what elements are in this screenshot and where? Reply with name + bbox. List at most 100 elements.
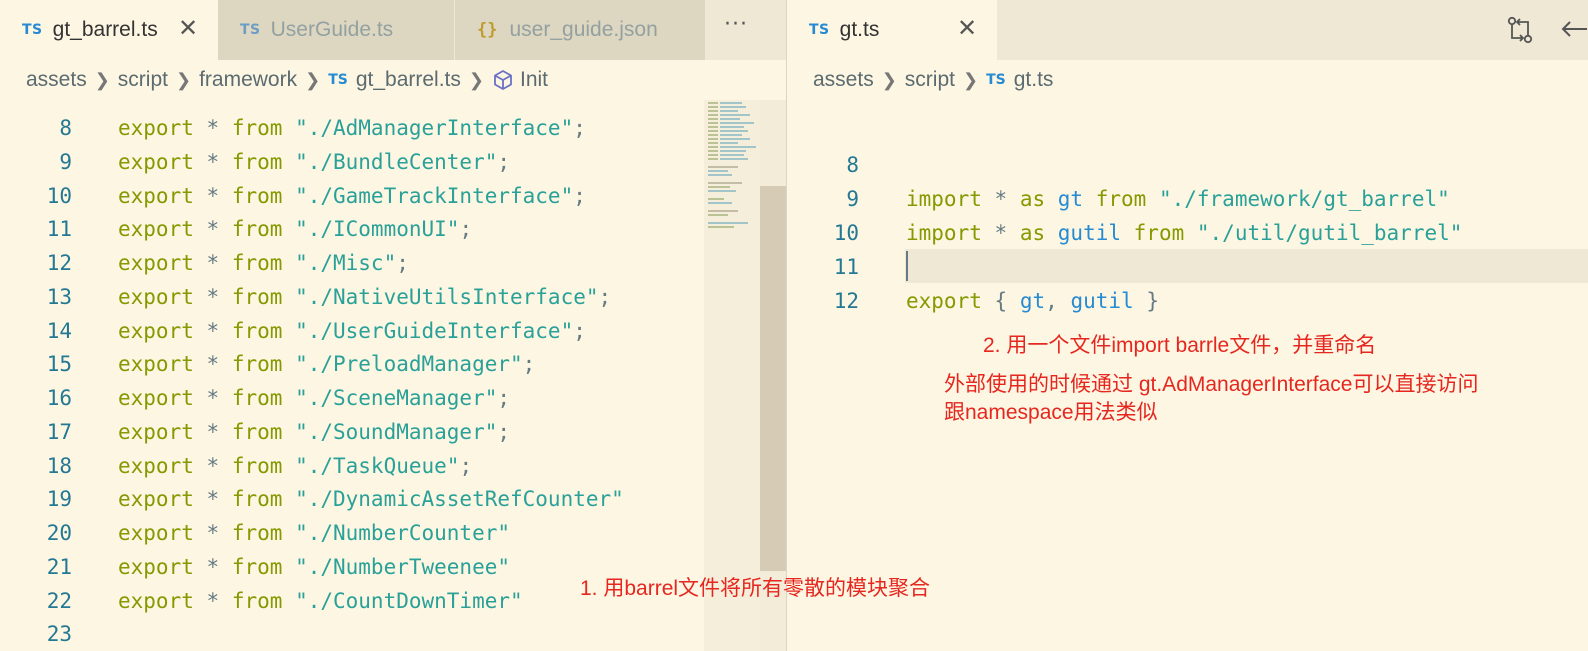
- typescript-file-icon: TS: [328, 72, 348, 88]
- chevron-right-icon: ❯: [305, 69, 321, 90]
- keyword: from: [231, 487, 283, 512]
- breadcrumb-item[interactable]: script: [118, 68, 168, 92]
- keyword: export: [118, 318, 194, 343]
- keyword: from: [231, 521, 283, 545]
- typescript-file-icon: TS: [240, 22, 261, 38]
- line-number: 19: [46, 487, 72, 512]
- operator: *: [206, 386, 220, 410]
- line-number: 18: [46, 453, 72, 478]
- line-number: 15: [46, 352, 72, 377]
- chevron-right-icon: ❯: [94, 69, 110, 90]
- line-number: 17: [46, 419, 72, 444]
- line-number: 22: [46, 588, 72, 613]
- tab-label: UserGuide.ts: [270, 18, 394, 41]
- breadcrumb-item[interactable]: Init: [520, 68, 548, 92]
- operator: *: [206, 554, 220, 579]
- code-line[interactable]: 10: [0, 182, 1588, 245]
- string-literal: "./NumberTweenee": [295, 554, 510, 579]
- punctuation: ;: [522, 352, 536, 377]
- right-editor-group: TS gt.ts ✕ assets ❯ script ❯ TS gt.ts: [787, 0, 1588, 651]
- keyword: export: [118, 554, 194, 579]
- compare-changes-icon[interactable]: [1505, 14, 1535, 50]
- code-line[interactable]: 23: [0, 617, 786, 651]
- breadcrumb-item[interactable]: assets: [813, 68, 874, 92]
- operator: *: [206, 419, 220, 444]
- breadcrumb-item[interactable]: assets: [26, 68, 87, 92]
- operator: *: [206, 352, 220, 377]
- string-literal: "./TaskQueue": [295, 453, 460, 478]
- keyword: export: [118, 419, 194, 444]
- back-arrow-icon[interactable]: [1559, 16, 1588, 46]
- code-line[interactable]: 20 export * from "./NumberCounter": [0, 516, 786, 550]
- string-literal: "./UserGuideInterface": [295, 318, 574, 343]
- breadcrumb-item[interactable]: script: [905, 68, 955, 92]
- code-line[interactable]: 9 import * as gutil from "./util/gutil_b…: [0, 148, 1588, 245]
- keyword: from: [231, 318, 283, 343]
- identifier: gt: [1019, 289, 1046, 313]
- code-text: export { gt, gutil }: [906, 284, 1159, 318]
- code-text: export * from "./NativeUtilsInterface";: [118, 280, 611, 314]
- code-line[interactable]: 14 export * from "./UserGuideInterface";: [0, 314, 786, 348]
- tab-userguide[interactable]: TS UserGuide.ts: [218, 0, 454, 60]
- keyword: export: [118, 352, 194, 377]
- operator: *: [206, 284, 220, 309]
- operator: *: [206, 487, 220, 512]
- keyword: export: [118, 588, 194, 613]
- punctuation: ;: [497, 419, 511, 444]
- punctuation: {: [994, 289, 1008, 313]
- code-text: export * from "./NumberTweenee": [118, 550, 510, 584]
- tab-user-guide-json[interactable]: {} user_guide.json: [455, 0, 705, 60]
- tab-label: user_guide.json: [509, 18, 658, 41]
- string-literal: "./CountDownTimer": [295, 588, 523, 613]
- tab-gt-ts[interactable]: TS gt.ts ✕: [787, 0, 997, 60]
- line-number: 21: [46, 554, 72, 579]
- close-icon[interactable]: ✕: [178, 14, 198, 42]
- code-line[interactable]: 8 import * as gt from "./framework/gt_ba…: [0, 114, 1588, 211]
- breadcrumb: assets ❯ script ❯ framework ❯ TS gt_barr…: [0, 60, 786, 100]
- keyword: export: [118, 453, 194, 478]
- keyword: from: [231, 284, 283, 309]
- code-text: export * from "./SceneManager";: [118, 381, 510, 415]
- line-number: 23: [46, 622, 72, 647]
- code-line[interactable]: 16 export * from "./SceneManager";: [0, 381, 786, 415]
- operator: *: [206, 521, 220, 545]
- tab-gt-barrel[interactable]: TS gt_barrel.ts ✕: [0, 0, 218, 60]
- breadcrumb-item[interactable]: framework: [199, 68, 297, 92]
- string-literal: "./SoundManager": [295, 419, 498, 444]
- code-text: export * from "./NumberCounter": [118, 516, 510, 550]
- code-text: export * from "./PreloadManager";: [118, 347, 535, 381]
- operator: *: [206, 318, 220, 343]
- breadcrumb-item[interactable]: gt.ts: [1014, 68, 1054, 92]
- operator: *: [206, 453, 220, 478]
- typescript-file-icon: TS: [809, 22, 830, 38]
- chevron-right-icon: ❯: [175, 69, 192, 90]
- breadcrumb-item[interactable]: gt_barrel.ts: [356, 68, 461, 92]
- code-line[interactable]: 12: [0, 250, 1588, 313]
- code-text: export * from "./DynamicAssetRefCounter": [118, 482, 624, 516]
- more-actions-button[interactable]: ···: [724, 12, 748, 37]
- line-number: 12: [833, 289, 859, 313]
- tab-label: gt_barrel.ts: [52, 18, 158, 41]
- annotation-note-2: 2. 用一个文件import barrle文件，并重命名: [983, 334, 1377, 357]
- keyword: export: [906, 289, 982, 313]
- keyword: from: [231, 554, 283, 579]
- keyword: export: [118, 487, 194, 512]
- line-number: 16: [46, 386, 72, 410]
- operator: *: [206, 588, 220, 613]
- punctuation: ;: [573, 318, 586, 343]
- keyword: export: [118, 386, 194, 410]
- right-tab-bar: TS gt.ts ✕: [787, 0, 1588, 60]
- code-line[interactable]: 17 export * from "./SoundManager";: [0, 415, 786, 449]
- chevron-right-icon: ❯: [962, 69, 979, 90]
- close-icon[interactable]: ✕: [957, 14, 977, 42]
- punctuation: ;: [598, 284, 612, 309]
- code-line[interactable]: 18 export * from "./TaskQueue";: [0, 449, 786, 483]
- string-literal: "./SceneManager": [295, 386, 498, 410]
- code-line[interactable]: 19 export * from "./DynamicAssetRefCounte…: [0, 482, 786, 516]
- code-line[interactable]: 15 export * from "./PreloadManager";: [0, 347, 786, 381]
- code-line[interactable]: 13 export * from "./NativeUtilsInterface"…: [0, 280, 786, 314]
- keyword: export: [118, 284, 194, 309]
- code-line[interactable]: 11 export { gt, gutil }: [0, 216, 1588, 313]
- identifier: gutil: [1070, 289, 1134, 313]
- typescript-file-icon: TS: [22, 22, 43, 38]
